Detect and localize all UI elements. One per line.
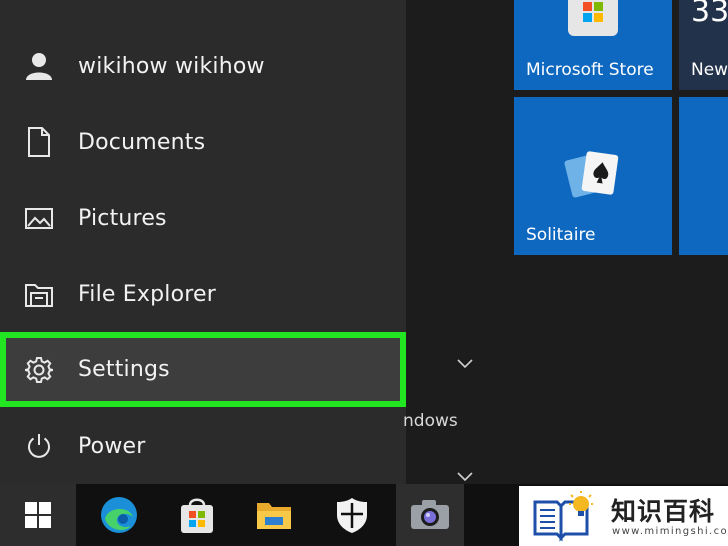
user-icon — [24, 51, 54, 81]
store-taskbar-button[interactable] — [174, 492, 220, 538]
pictures-icon — [24, 203, 54, 233]
documents-label: Documents — [78, 129, 206, 155]
microsoft-store-label: Microsoft Store — [526, 60, 654, 80]
app-tile[interactable] — [679, 97, 728, 255]
gear-icon — [24, 355, 54, 385]
camera-icon — [411, 500, 449, 529]
news-tile[interactable]: 33 New — [679, 0, 728, 90]
news-count: 33 — [691, 0, 728, 29]
file-explorer-item[interactable]: File Explorer — [0, 256, 406, 332]
user-account-item[interactable]: wikihow wikihow — [0, 28, 406, 104]
file-explorer-taskbar-button[interactable] — [251, 492, 297, 538]
security-shield-icon — [337, 498, 367, 533]
documents-item[interactable]: Documents — [0, 104, 406, 180]
camera-taskbar-button[interactable] — [396, 484, 464, 546]
edge-taskbar-button[interactable] — [96, 492, 142, 538]
chevron-down-icon[interactable] — [456, 470, 474, 482]
file-explorer-icon — [257, 503, 291, 529]
store-icon — [181, 498, 213, 533]
pictures-label: Pictures — [78, 205, 167, 231]
user-account-label: wikihow wikihow — [78, 53, 265, 79]
watermark-url: www.mimingshi.com — [612, 526, 728, 537]
power-item[interactable]: Power — [0, 408, 406, 484]
store-icon — [568, 0, 618, 36]
microsoft-store-tile[interactable]: Microsoft Store — [514, 0, 672, 90]
cards-icon — [564, 151, 619, 198]
book-lightbulb-logo-icon — [533, 491, 593, 542]
power-label: Power — [78, 433, 146, 459]
settings-item[interactable]: Settings — [0, 332, 406, 407]
solitaire-tile[interactable]: Solitaire — [514, 97, 672, 255]
solitaire-label: Solitaire — [526, 225, 596, 245]
news-label: New — [691, 60, 728, 80]
folder-icon — [24, 279, 54, 309]
app-group-label: ndows — [403, 411, 458, 431]
security-taskbar-button[interactable] — [329, 492, 375, 538]
windows-start-icon — [25, 502, 51, 528]
start-menu-left-pane: wikihow wikihow Documents Pictures File … — [0, 0, 406, 484]
chevron-down-icon[interactable] — [456, 357, 474, 369]
start-button[interactable] — [0, 484, 76, 546]
watermark: 知识百科 www.mimingshi.com — [519, 486, 728, 546]
settings-label: Settings — [78, 357, 170, 382]
power-icon — [24, 431, 54, 461]
document-icon — [24, 127, 54, 157]
edge-icon — [101, 497, 137, 533]
pictures-item[interactable]: Pictures — [0, 180, 406, 256]
file-explorer-label: File Explorer — [78, 281, 217, 307]
watermark-title: 知识百科 — [611, 497, 716, 526]
